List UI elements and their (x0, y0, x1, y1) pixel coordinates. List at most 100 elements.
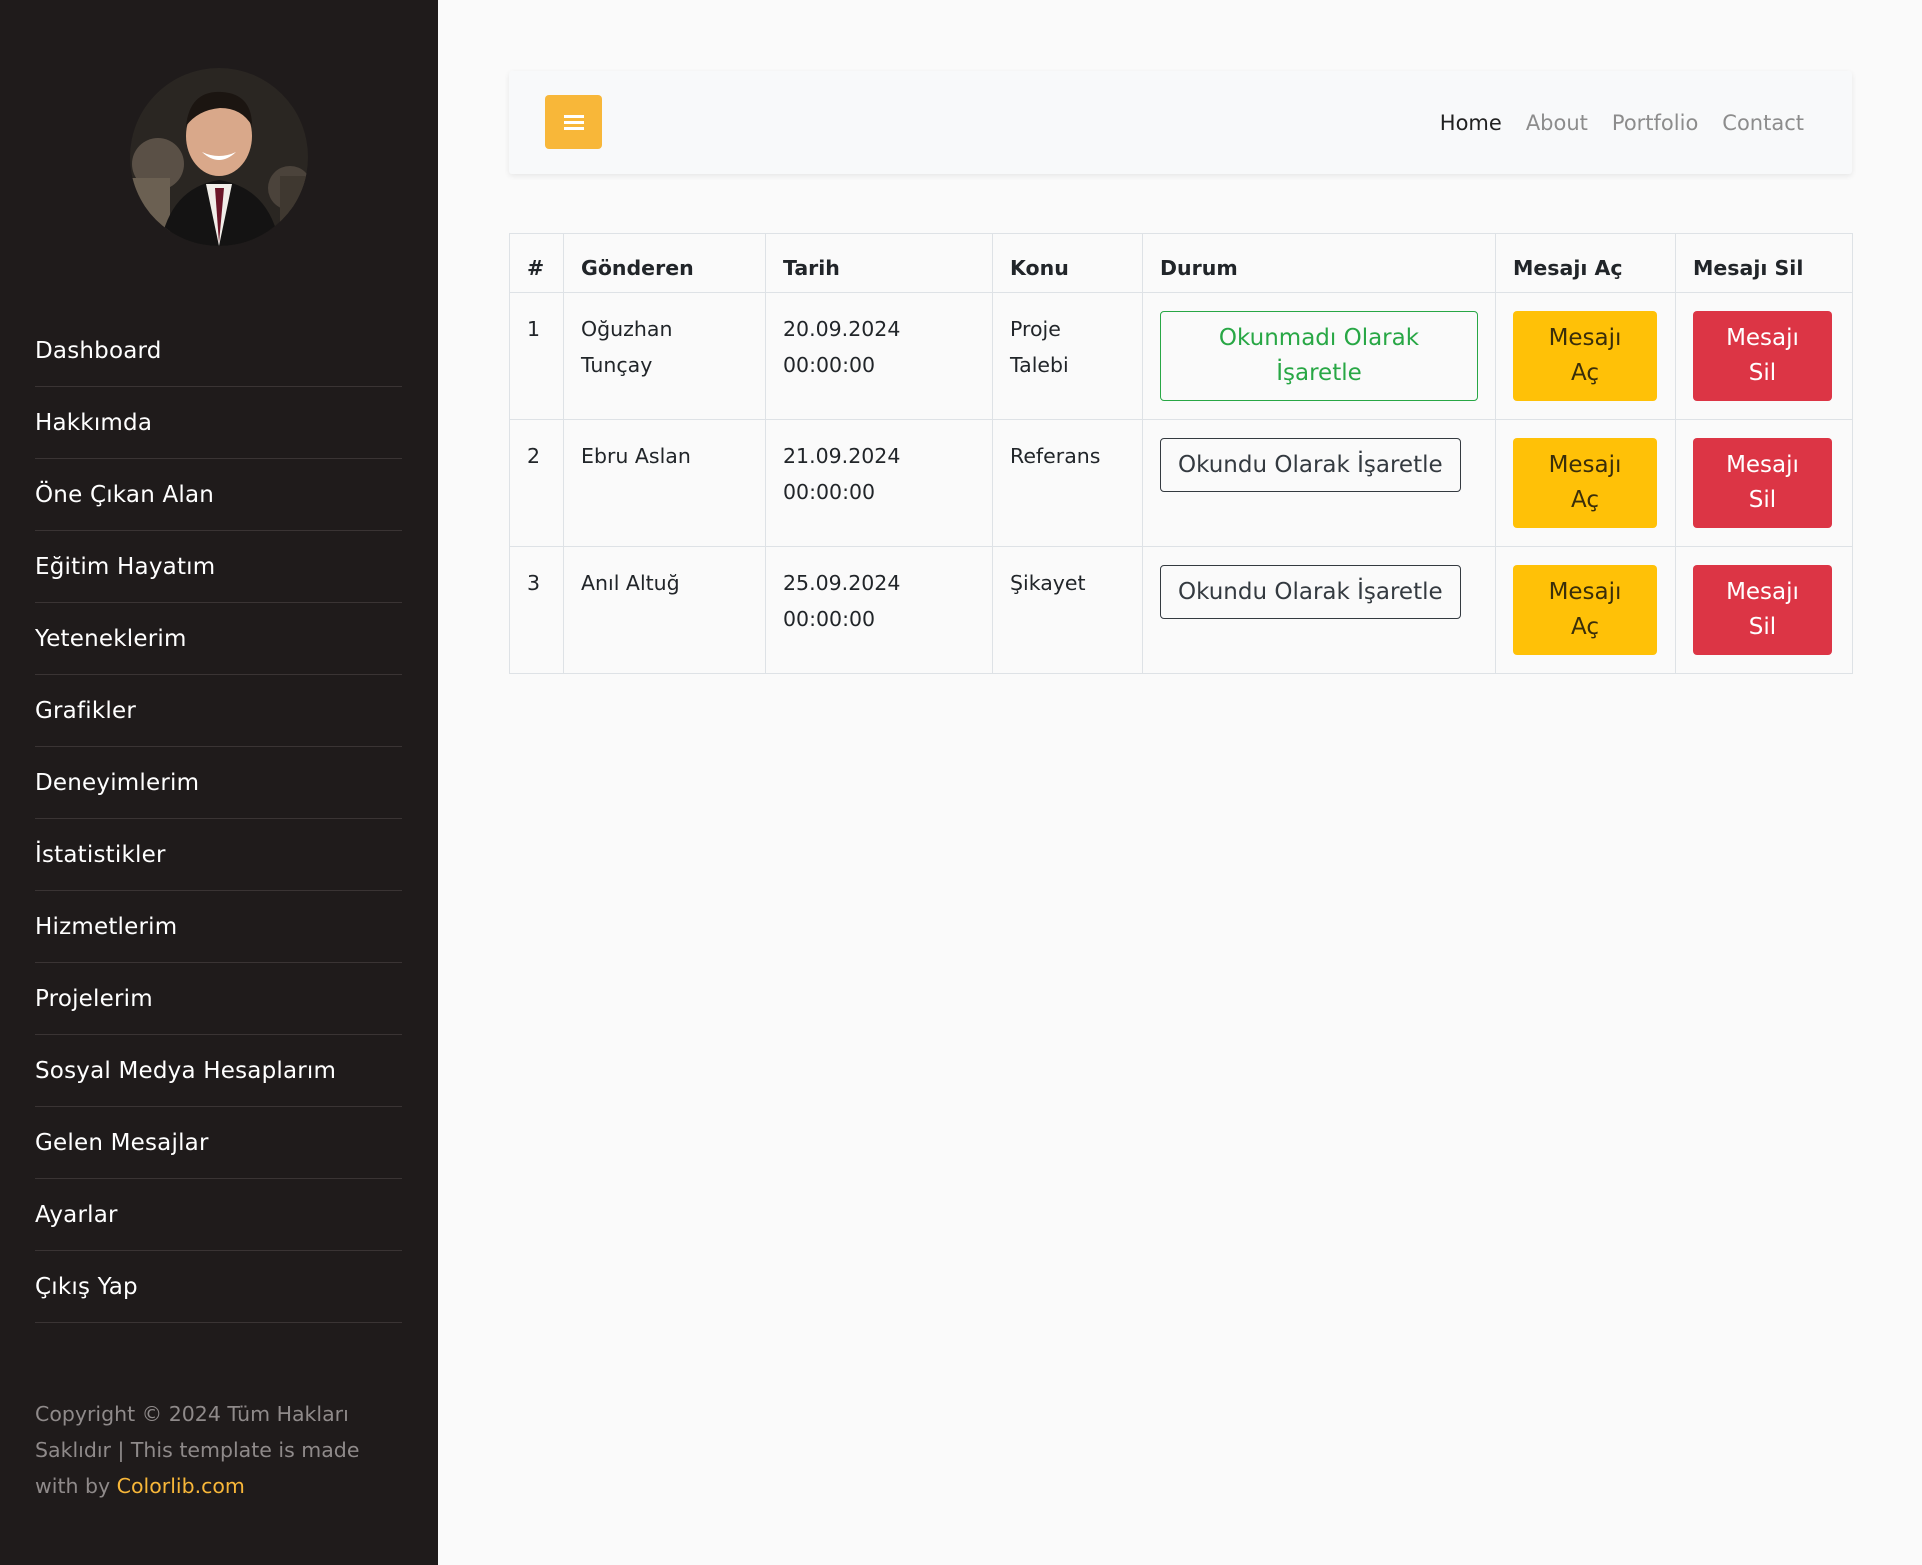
topic-cell: Şikayet (992, 546, 1143, 674)
table-row: 2 Ebru Aslan 21.09.2024 00:00:00 Referan… (509, 419, 1853, 547)
delete-message-button[interactable]: Mesajı Sil (1693, 565, 1832, 655)
sidebar-item-cikis-yap[interactable]: Çıkış Yap (35, 1251, 402, 1323)
topic-cell: Referans (992, 419, 1143, 547)
sidebar-item-label: Dashboard (35, 337, 162, 364)
sidebar-item-label: Çıkış Yap (35, 1273, 138, 1300)
sidebar-item-one-cikan-alan[interactable]: Öne Çıkan Alan (35, 459, 402, 531)
sidebar-item-sosyal-medya[interactable]: Sosyal Medya Hesaplarım (35, 1035, 402, 1107)
row-number: 2 (509, 419, 564, 547)
open-message-button[interactable]: Mesajı Aç (1513, 438, 1657, 528)
date-value: 25.09.2024 (783, 571, 901, 595)
button-label: Okundu Olarak İşaretle (1178, 578, 1443, 605)
mark-unread-button[interactable]: Okunmadı Olarak İşaretle (1160, 311, 1478, 401)
sidebar-item-label: Hakkımda (35, 409, 153, 436)
table-row: 3 Anıl Altuğ 25.09.2024 00:00:00 Şikayet… (509, 546, 1853, 674)
sidebar-item-deneyimlerim[interactable]: Deneyimlerim (35, 747, 402, 819)
sidebar-item-hizmetlerim[interactable]: Hizmetlerim (35, 891, 402, 963)
open-cell: Mesajı Aç (1495, 546, 1676, 674)
button-label-line: Mesajı (1726, 452, 1799, 478)
nav-link-contact[interactable]: Contact (1722, 111, 1804, 135)
nav-links: Home About Portfolio Contact (1440, 71, 1804, 174)
button-label-line: Aç (1571, 487, 1599, 513)
nav-link-about[interactable]: About (1526, 111, 1588, 135)
sidebar-toggle-button[interactable] (545, 95, 602, 149)
time-value: 00:00:00 (783, 480, 876, 504)
topic-line: Talebi (1010, 353, 1069, 377)
row-number: 1 (509, 292, 564, 420)
status-cell: Okundu Olarak İşaretle (1142, 419, 1496, 547)
top-navbar: Home About Portfolio Contact (509, 71, 1852, 174)
hamburger-icon (563, 115, 584, 130)
sidebar-item-yeteneklerim[interactable]: Yeteneklerim (35, 603, 402, 675)
date-cell: 20.09.2024 00:00:00 (765, 292, 993, 420)
sender-cell: Oğuzhan Tunçay (563, 292, 766, 420)
button-label-line: Mesajı (1548, 579, 1622, 605)
messages-table: # Gönderen Tarih Konu Durum Mesajı Aç Me… (509, 233, 1853, 674)
column-header-sender: Gönderen (563, 233, 766, 293)
sidebar-item-projelerim[interactable]: Projelerim (35, 963, 402, 1035)
column-header-open: Mesajı Aç (1495, 233, 1676, 293)
delete-cell: Mesajı Sil (1675, 419, 1853, 547)
date-value: 20.09.2024 (783, 317, 901, 341)
date-cell: 25.09.2024 00:00:00 (765, 546, 993, 674)
column-header-status: Durum (1142, 233, 1496, 293)
delete-cell: Mesajı Sil (1675, 546, 1853, 674)
sidebar-item-gelen-mesajlar[interactable]: Gelen Mesajlar (35, 1107, 402, 1179)
button-label-line: Sil (1748, 487, 1777, 513)
sender-cell: Anıl Altuğ (563, 546, 766, 674)
sidebar-item-label: İstatistikler (35, 841, 166, 868)
topic-cell: Proje Talebi (992, 292, 1143, 420)
time-value: 00:00:00 (783, 353, 876, 377)
sidebar-item-label: Eğitim Hayatım (35, 553, 216, 580)
row-number: 3 (509, 546, 564, 674)
button-label-line: Sil (1748, 614, 1777, 640)
status-cell: Okundu Olarak İşaretle (1142, 546, 1496, 674)
topic-line: Referans (1010, 444, 1101, 468)
nav-link-home[interactable]: Home (1440, 111, 1502, 135)
sidebar-item-egitim-hayatim[interactable]: Eğitim Hayatım (35, 531, 402, 603)
button-label-line: Okunmadı Olarak (1218, 325, 1420, 351)
button-label-line: İşaretle (1276, 360, 1362, 386)
nav-link-portfolio[interactable]: Portfolio (1612, 111, 1698, 135)
delete-message-button[interactable]: Mesajı Sil (1693, 311, 1832, 401)
mark-read-button[interactable]: Okundu Olarak İşaretle (1160, 565, 1461, 619)
sidebar-item-label: Sosyal Medya Hesaplarım (35, 1057, 337, 1084)
column-header-delete: Mesajı Sil (1675, 233, 1853, 293)
table-header-row: # Gönderen Tarih Konu Durum Mesajı Aç Me… (509, 233, 1853, 293)
time-value: 00:00:00 (783, 607, 876, 631)
button-label-line: Mesajı (1726, 579, 1799, 605)
sidebar-item-istatistikler[interactable]: İstatistikler (35, 819, 402, 891)
button-label-line: Mesajı (1548, 452, 1622, 478)
status-cell: Okunmadı Olarak İşaretle (1142, 292, 1496, 420)
sidebar: Dashboard Hakkımda Öne Çıkan Alan Eğitim… (0, 0, 438, 1565)
button-label-line: Aç (1571, 360, 1599, 386)
mark-read-button[interactable]: Okundu Olarak İşaretle (1160, 438, 1461, 492)
sidebar-item-label: Yeteneklerim (35, 625, 187, 652)
avatar[interactable] (130, 68, 308, 246)
date-cell: 21.09.2024 00:00:00 (765, 419, 993, 547)
open-message-button[interactable]: Mesajı Aç (1513, 311, 1657, 401)
sidebar-item-grafikler[interactable]: Grafikler (35, 675, 402, 747)
sender-name-line: Ebru Aslan (581, 444, 691, 468)
sidebar-item-hakkimda[interactable]: Hakkımda (35, 387, 402, 459)
button-label-line: Mesajı (1548, 325, 1622, 351)
colorlib-link[interactable]: Colorlib.com (117, 1474, 245, 1498)
delete-message-button[interactable]: Mesajı Sil (1693, 438, 1832, 528)
date-value: 21.09.2024 (783, 444, 901, 468)
sender-name-line: Oğuzhan (581, 317, 673, 341)
copyright-text: Copyright © 2024 Tüm Hakları Saklıdır | … (35, 1396, 407, 1504)
sender-name-line: Anıl Altuğ (581, 571, 680, 595)
sender-name-line: Tunçay (581, 353, 653, 377)
sidebar-item-label: Ayarlar (35, 1201, 118, 1228)
column-header-topic: Konu (992, 233, 1143, 293)
column-header-number: # (509, 233, 564, 293)
sidebar-item-label: Hizmetlerim (35, 913, 178, 940)
column-header-date: Tarih (765, 233, 993, 293)
sidebar-menu: Dashboard Hakkımda Öne Çıkan Alan Eğitim… (35, 315, 402, 1323)
table-row: 1 Oğuzhan Tunçay 20.09.2024 00:00:00 Pro… (509, 292, 1853, 420)
sidebar-item-label: Grafikler (35, 697, 136, 724)
open-message-button[interactable]: Mesajı Aç (1513, 565, 1657, 655)
sidebar-item-ayarlar[interactable]: Ayarlar (35, 1179, 402, 1251)
sidebar-item-dashboard[interactable]: Dashboard (35, 315, 402, 387)
open-cell: Mesajı Aç (1495, 419, 1676, 547)
